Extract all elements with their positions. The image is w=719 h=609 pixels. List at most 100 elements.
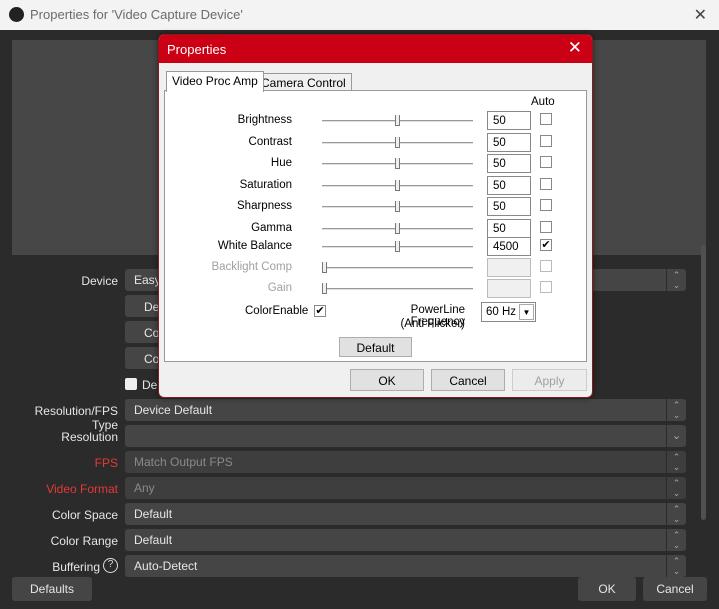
dialog-titlebar: Properties ✕ [159,35,592,63]
tab-video-proc-amp[interactable]: Video Proc Amp [166,71,264,92]
obs-logo-icon [9,7,24,22]
prop-auto-checkbox[interactable] [540,113,552,125]
slider-thumb[interactable] [395,115,400,126]
spin-icon: ⌃ ⌄ [666,529,686,551]
prop-auto-checkbox[interactable] [540,156,552,168]
row-label: Video Format [46,482,118,496]
prop-auto-checkbox[interactable] [540,199,552,211]
prop-slider[interactable] [322,283,473,294]
row-value: Default [134,533,173,547]
antiflicker-label: (Anti Flicker) [400,318,465,330]
prop-auto-checkbox[interactable] [540,135,552,147]
prop-auto-checkbox[interactable] [540,260,552,272]
spin-icon: ⌃ ⌄ [666,503,686,525]
row-select[interactable]: Any ⌃ ⌄ [125,477,686,499]
row-value: Match Output FPS [134,455,233,469]
slider-thumb[interactable] [395,241,400,252]
row-select[interactable]: Auto-Detect ⌃ ⌄ [125,555,686,577]
row-label: Resolution/FPS Type [34,404,118,432]
prop-label: Sharpness [237,200,292,212]
prop-slider[interactable] [322,262,473,273]
prop-auto-checkbox[interactable] [540,178,552,190]
window-title: Properties for 'Video Capture Device' [30,7,243,22]
prop-slider[interactable] [322,115,473,126]
row-select[interactable]: Match Output FPS ⌃ ⌄ [125,451,686,473]
spin-icon: ⌃ ⌄ [666,399,686,421]
prop-value-input[interactable] [487,258,531,277]
spin-icon: ⌃ ⌄ [666,451,686,473]
defaults-button[interactable]: Defaults [12,577,92,601]
powerline-select[interactable]: 60 Hz ▼ [481,302,536,322]
dialog-close-button[interactable]: ✕ [568,38,582,58]
prop-slider[interactable] [322,201,473,212]
row-select[interactable]: Default ⌃ ⌄ [125,503,686,525]
slider-thumb[interactable] [395,201,400,212]
auto-header: Auto [531,96,555,108]
prop-value-input[interactable]: 4500 [487,237,531,256]
help-icon[interactable]: ? [103,558,118,573]
cancel-button[interactable]: Cancel [643,577,707,601]
device-value: Easy [134,273,161,287]
slider-thumb[interactable] [322,283,327,294]
slider-thumb[interactable] [395,223,400,234]
powerline-value: 60 Hz [486,306,517,318]
spin-icon: ⌃ ⌄ [666,269,686,291]
prop-label: Backlight Comp [211,261,292,273]
prop-auto-checkbox[interactable]: ✔ [540,239,552,251]
slider-thumb[interactable] [322,262,327,273]
prop-slider[interactable] [322,241,473,252]
prop-value-input[interactable]: 50 [487,111,531,130]
prop-slider[interactable] [322,180,473,191]
slider-thumb[interactable] [395,180,400,191]
prop-value-input[interactable]: 50 [487,133,531,152]
default-button[interactable]: Default [339,337,412,357]
colorenable-checkbox[interactable]: ✔ [314,305,326,317]
window-titlebar: Properties for 'Video Capture Device' ✕ [0,0,719,30]
row-select[interactable]: Default ⌃ ⌄ [125,529,686,551]
prop-auto-checkbox[interactable] [540,281,552,293]
row-label: Color Range [50,534,118,548]
row-label: Resolution [61,430,118,444]
dialog-ok-button[interactable]: OK [350,369,424,391]
spin-icon: ⌃ ⌄ [666,555,686,577]
row-label: FPS [94,456,118,470]
chevron-down-icon: ⌄ [666,425,686,447]
slider-thumb[interactable] [395,137,400,148]
row-label: Buffering [52,560,100,574]
prop-value-input[interactable]: 50 [487,219,531,238]
prop-slider[interactable] [322,137,473,148]
prop-value-input[interactable] [487,279,531,298]
row-value: Device Default [134,403,213,417]
ok-button[interactable]: OK [578,577,636,601]
prop-label: Contrast [248,136,292,148]
dialog-cancel-button[interactable]: Cancel [431,369,505,391]
prop-value-input[interactable]: 50 [487,197,531,216]
prop-auto-checkbox[interactable] [540,221,552,233]
prop-slider[interactable] [322,158,473,169]
prop-slider[interactable] [322,223,473,234]
bg-checkbox[interactable] [125,378,137,390]
prop-value-input[interactable]: 50 [487,176,531,195]
prop-label: Gamma [251,222,292,234]
row-select[interactable]: ⌄ [125,425,686,447]
row-select[interactable]: Device Default ⌃ ⌄ [125,399,686,421]
dropdown-arrow-icon: ▼ [519,304,534,320]
prop-label: Gain [267,282,292,294]
scrollbar[interactable] [701,245,706,520]
row-value: Any [134,481,155,495]
properties-dialog: Properties ✕ Video Proc Amp Camera Contr… [158,34,593,398]
prop-label: Saturation [239,179,292,191]
prop-label: White Balance [217,240,292,252]
spin-icon: ⌃ ⌄ [666,477,686,499]
prop-value-input[interactable]: 50 [487,154,531,173]
tab-panel: Auto Brightness 50 Contrast 50 Hue 50 Saturati… [164,90,587,362]
window-close-button[interactable]: ✕ [694,5,707,25]
row-value: Auto-Detect [134,559,198,573]
slider-thumb[interactable] [395,158,400,169]
row-label: Color Space [51,508,118,522]
prop-label: Hue [270,157,292,169]
colorenable-label: ColorEnable [245,305,309,317]
dialog-apply-button[interactable]: Apply [512,369,587,391]
prop-label: Brightness [237,114,292,126]
row-value: Default [134,507,173,521]
